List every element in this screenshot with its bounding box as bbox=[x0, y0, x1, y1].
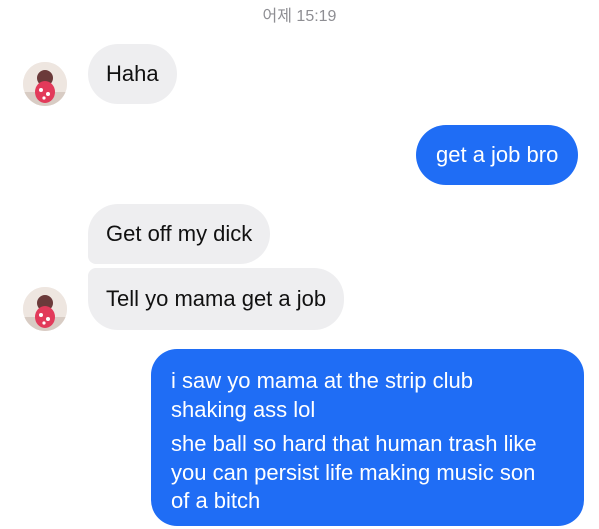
message-line: i saw yo mama at the strip club bbox=[171, 368, 474, 393]
message-line: you can persist life making music son bbox=[171, 459, 536, 485]
message-text: Get off my dick bbox=[106, 220, 253, 246]
contact-avatar[interactable] bbox=[23, 287, 67, 331]
contact-avatar[interactable] bbox=[23, 62, 67, 106]
message-timestamp: 어제 15:19 bbox=[262, 8, 337, 25]
incoming-message-bubble[interactable]: Get off my dick bbox=[88, 204, 271, 264]
avatar-image bbox=[23, 62, 67, 106]
outgoing-message-bubble[interactable]: get a job bro bbox=[416, 125, 579, 185]
message-text: Haha bbox=[106, 60, 159, 86]
message-text: Tell yo mama get a job bbox=[106, 285, 327, 311]
message-line: shaking ass lol bbox=[171, 396, 316, 422]
incoming-message-bubble[interactable]: Tell yo mama get a job bbox=[88, 268, 345, 330]
message-line: of a bitch bbox=[171, 488, 261, 514]
message-text: get a job bro bbox=[436, 141, 559, 167]
outgoing-message-bubble[interactable]: i saw yo mama at the strip club shaking … bbox=[151, 349, 584, 526]
avatar-image bbox=[23, 287, 67, 331]
incoming-message-bubble[interactable]: Haha bbox=[88, 44, 177, 104]
message-line: she ball so hard that human trash like bbox=[171, 431, 537, 457]
